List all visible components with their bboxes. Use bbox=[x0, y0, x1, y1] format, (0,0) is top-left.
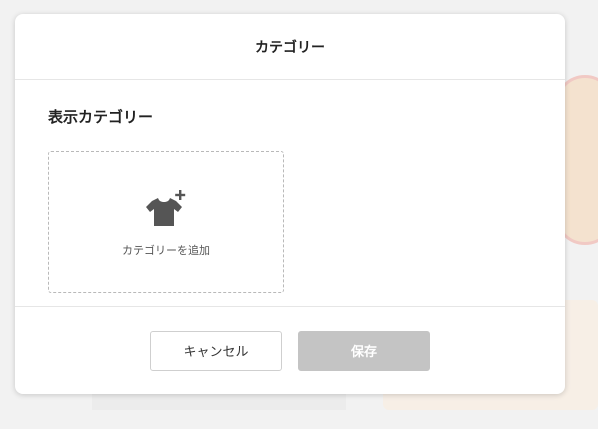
cancel-button[interactable]: キャンセル bbox=[150, 330, 282, 371]
modal-footer: キャンセル 保存 bbox=[15, 306, 565, 394]
section-title: 表示カテゴリー bbox=[48, 108, 154, 126]
category-modal: カテゴリー 表示カテゴリー カテゴリーを追加 キャンセル 保存 bbox=[15, 14, 565, 394]
modal-header: カテゴリー bbox=[15, 14, 565, 80]
add-category-button[interactable]: カテゴリーを追加 bbox=[48, 151, 284, 293]
save-button[interactable]: 保存 bbox=[298, 330, 430, 371]
add-category-label: カテゴリーを追加 bbox=[122, 244, 210, 257]
shirt-plus-icon bbox=[146, 190, 186, 226]
modal-title: カテゴリー bbox=[255, 39, 325, 56]
modal-body: 表示カテゴリー カテゴリーを追加 bbox=[15, 80, 565, 308]
